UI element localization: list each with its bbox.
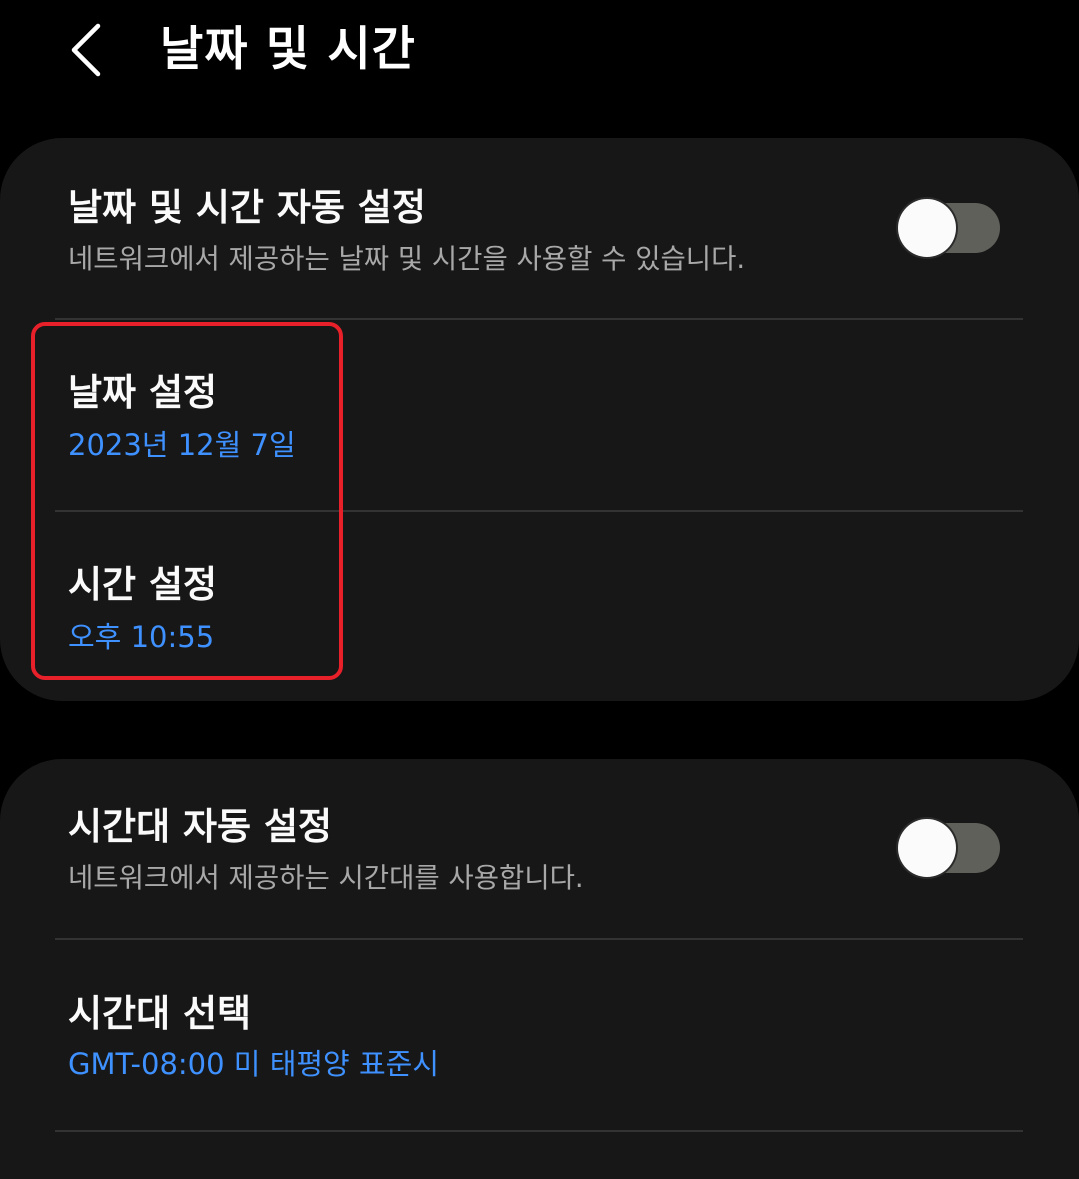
set-date-title: 날짜 설정 (68, 371, 218, 414)
set-date-row[interactable]: 날짜 설정 2023년 12월 7일 (0, 320, 1079, 510)
set-time-row[interactable]: 시간 설정 오후 10:55 (0, 512, 1079, 701)
page-title: 날짜 및 시간 (160, 22, 416, 77)
auto-datetime-title: 날짜 및 시간 자동 설정 (68, 186, 426, 229)
auto-timezone-row[interactable]: 시간대 자동 설정 네트워크에서 제공하는 시간대를 사용합니다. (0, 759, 1079, 939)
set-date-value: 2023년 12월 7일 (68, 428, 296, 462)
datetime-settings-card: 날짜 및 시간 자동 설정 네트워크에서 제공하는 날짜 및 시간을 사용할 수… (0, 138, 1079, 701)
auto-datetime-row[interactable]: 날짜 및 시간 자동 설정 네트워크에서 제공하는 날짜 및 시간을 사용할 수… (0, 138, 1079, 319)
select-timezone-row[interactable]: 시간대 선택 GMT-08:00 미 태평양 표준시 (0, 940, 1079, 1130)
auto-datetime-subtitle: 네트워크에서 제공하는 날짜 및 시간을 사용할 수 있습니다. (68, 243, 746, 275)
set-time-value: 오후 10:55 (68, 620, 215, 654)
auto-datetime-toggle[interactable] (898, 199, 1002, 257)
select-timezone-value: GMT-08:00 미 태평양 표준시 (68, 1047, 439, 1081)
auto-timezone-title: 시간대 자동 설정 (68, 805, 333, 848)
auto-timezone-subtitle: 네트워크에서 제공하는 시간대를 사용합니다. (68, 862, 584, 894)
app-bar: 날짜 및 시간 (0, 0, 1079, 110)
chevron-left-icon (71, 23, 101, 77)
auto-timezone-toggle[interactable] (898, 819, 1002, 877)
set-time-title: 시간 설정 (68, 563, 218, 606)
timezone-settings-card: 시간대 자동 설정 네트워크에서 제공하는 시간대를 사용합니다. 시간대 선택… (0, 759, 1079, 1179)
toggle-knob (898, 199, 956, 257)
toggle-knob (898, 819, 956, 877)
divider (55, 1130, 1023, 1132)
select-timezone-title: 시간대 선택 (68, 992, 252, 1035)
back-button[interactable] (60, 18, 120, 82)
